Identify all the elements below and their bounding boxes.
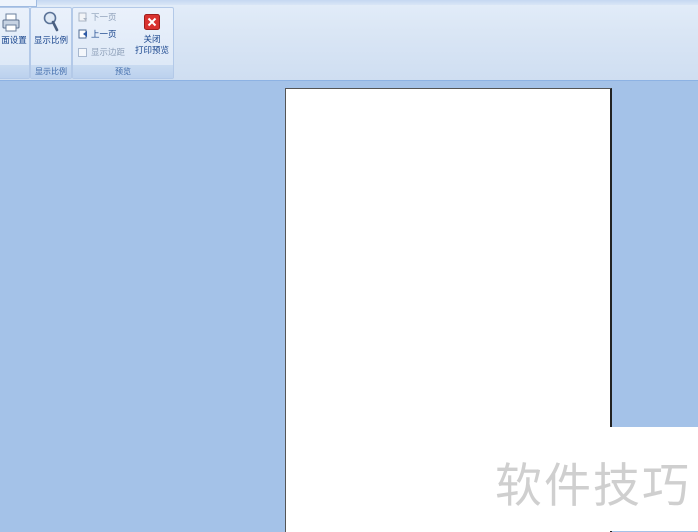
page-setup-group: 面设置 (0, 7, 30, 79)
prev-page-icon (78, 29, 88, 39)
preview-group: 下一页 上一页 显示边距 关闭 打印预览 预览 (72, 7, 174, 79)
page-setup-button[interactable]: 面设置 (0, 8, 29, 62)
show-margins-label: 显示边距 (91, 48, 126, 58)
ribbon: 面设置 显示比例 显示比例 下一页 上一页 显示边距 关闭 打印预览 预览 (0, 0, 698, 81)
magnifier-icon (43, 11, 59, 32)
page-setup-label: 面设置 (1, 36, 27, 46)
page-setup-group-label (0, 65, 29, 78)
watermark-text: 软件技巧 (495, 459, 691, 514)
zoom-group-label: 显示比例 (31, 65, 71, 78)
preview-group-label: 预览 (73, 65, 173, 78)
ribbon-tab[interactable] (0, 0, 37, 7)
next-page-button[interactable]: 下一页 (78, 10, 117, 24)
printer-icon (2, 13, 20, 32)
show-margins-checkbox[interactable] (78, 47, 87, 57)
prev-page-button[interactable]: 上一页 (78, 27, 117, 41)
close-print-preview-button[interactable]: 关闭 打印预览 (131, 8, 173, 62)
zoom-group: 显示比例 显示比例 (30, 7, 72, 79)
zoom-button-label: 显示比例 (33, 36, 68, 46)
show-margins-toggle[interactable]: 显示边距 (76, 45, 125, 59)
close-label-line2: 打印预览 (134, 46, 169, 56)
next-page-icon (78, 12, 88, 22)
close-label-line1: 关闭 (143, 35, 161, 45)
ribbon-tab-strip (0, 0, 698, 5)
prev-page-label: 上一页 (91, 30, 117, 40)
next-page-label: 下一页 (91, 13, 117, 23)
zoom-button[interactable]: 显示比例 (31, 8, 71, 62)
close-icon (144, 14, 160, 30)
